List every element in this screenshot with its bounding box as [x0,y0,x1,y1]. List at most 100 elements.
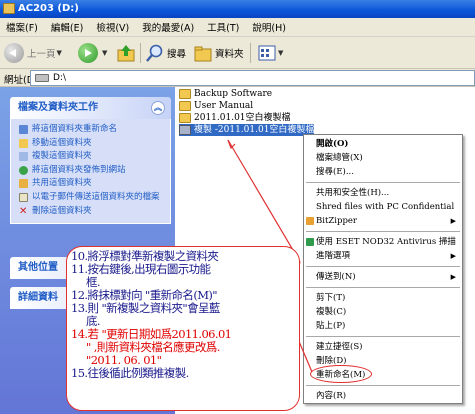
menu-view[interactable]: 檢視(V) [96,20,129,34]
annotation-note: 10.將浮標對準新複製之資料夾 11.按右鍵後,出現右圖示功能 框. 12.將抹… [66,246,300,411]
menu-item-label: 進階選項 [316,251,351,261]
views-button[interactable]: ▼ [257,42,283,64]
menu-item-label: 共用和安全性(H)... [316,188,390,198]
chevron-down-icon: ▼ [102,49,108,57]
submenu-arrow-icon: ▶ [450,252,456,260]
menu-item-cut[interactable]: 剪下(T) [304,291,462,305]
forward-button[interactable]: ▼ [78,42,107,64]
task-label: 刪除這個資料夾 [32,205,92,216]
menu-item-copy[interactable]: 複製(C) [304,305,462,319]
title-bar: AC203 (D:) [0,0,475,18]
task-copy-folder[interactable]: 複製這個資料夾 [19,151,170,162]
file-folder-tasks-panel: 檔案及資料夾工作 ︽ 將這個資料夾重新命名 移動這個資料夾 複製這個資料夾 將這… [10,97,171,225]
tasks-list: 將這個資料夾重新命名 移動這個資料夾 複製這個資料夾 將這個資料夾發佈到網站 共… [10,119,171,225]
menu-item-create-shortcut[interactable]: 建立捷徑(S) [304,340,462,354]
menu-item-label: Shred files with PC Confidential [316,202,455,212]
menu-favorites[interactable]: 我的最愛(A) [142,20,194,34]
note-line: 11.按右鍵後,出現右圖示功能 [71,262,211,276]
task-label: 移動這個資料夾 [32,137,92,148]
folder-name: 複製 -2011.01.01空白複製檔 [194,125,315,135]
menu-item-label: 內容(R) [316,391,347,401]
folder-item-selected[interactable]: 複製 -2011.01.01空白複製檔 [179,124,315,136]
rename-icon [19,125,28,134]
menu-item-label: 複製(C) [316,307,347,317]
back-arrow-icon [4,43,24,63]
folder-name: User Manual [194,101,254,111]
search-icon [146,44,163,62]
menu-separator [306,287,460,288]
eset-icon [306,238,314,246]
address-bar: 網址(D) D:\ [0,69,475,87]
task-delete-folder[interactable]: ✕ 刪除這個資料夾 [19,206,170,217]
menu-item-label: 貼上(P) [316,321,346,331]
task-label: 以電子郵件傳送這個資料夾的檔案 [32,191,160,202]
task-share-folder[interactable]: 共用這個資料夾 [19,178,170,189]
address-input[interactable]: D:\ [30,70,475,86]
menu-item-label: 剪下(T) [316,293,346,303]
task-move-folder[interactable]: 移動這個資料夾 [19,138,170,149]
folders-label: 資料夾 [215,49,244,60]
folder-icon [179,125,191,135]
menu-item-label: 檔案總管(X) [316,153,363,163]
up-folder-icon [117,45,135,62]
menu-item-label: 使用 ESET NOD32 Antivirus 掃描 [316,237,456,247]
folder-item[interactable]: 2011.01.01空白複製檔 [179,112,291,124]
menu-file[interactable]: 檔案(F) [6,20,38,34]
menu-item-label: 傳送到(N) [316,272,356,282]
menu-item-label: 建立捷徑(S) [316,342,363,352]
task-rename-folder[interactable]: 將這個資料夾重新命名 [19,124,170,135]
details-title: 詳細資料 [18,292,58,303]
menu-item-search[interactable]: 搜尋(E)... [304,165,462,179]
menu-tools[interactable]: 工具(T) [207,20,239,34]
submenu-arrow-icon: ▶ [450,217,456,225]
file-folder-tasks-header[interactable]: 檔案及資料夾工作 ︽ [10,97,171,119]
task-label: 將這個資料夾發佈到網站 [32,164,126,175]
menu-bar: 檔案(F) 編輯(E) 檢視(V) 我的最愛(A) 工具(T) 說明(H) [0,18,475,37]
menu-item-send-to[interactable]: 傳送到(N) ▶ [304,270,462,284]
views-icon [258,45,276,61]
menu-item-label: 開啟(O) [316,139,349,149]
menu-separator [306,385,460,386]
task-publish-folder[interactable]: 將這個資料夾發佈到網站 [19,165,170,176]
toolbar: 上一頁 ▼ ▼ 搜尋 資料夾 ▼ [0,37,475,69]
globe-icon [19,165,28,175]
folder-item[interactable]: User Manual [179,100,253,112]
chevron-down-icon: ▼ [278,49,284,57]
menu-item-properties[interactable]: 內容(R) [304,389,462,403]
share-icon [19,179,28,189]
file-folder-tasks-title: 檔案及資料夾工作 [18,102,98,113]
menu-help[interactable]: 說明(H) [252,20,286,34]
task-label: 共用這個資料夾 [32,178,92,189]
drive-icon [3,3,15,14]
back-label: 上一頁 [27,49,56,60]
move-icon [19,138,28,148]
menu-separator [306,336,460,337]
menu-item-sharing[interactable]: 共用和安全性(H)... [304,186,462,200]
menu-edit[interactable]: 編輯(E) [51,20,83,34]
chevron-down-icon: ▼ [56,49,62,57]
menu-item-advanced[interactable]: 進階選項 ▶ [304,249,462,263]
menu-separator [306,182,460,183]
email-icon [19,192,28,202]
up-folder-button[interactable] [116,42,136,64]
back-button[interactable]: 上一頁 ▼ [4,42,62,64]
folders-button[interactable]: 資料夾 [193,42,244,64]
menu-separator [306,231,460,232]
collapse-icon[interactable]: ︽ [151,101,165,115]
folder-icon [179,101,191,111]
menu-item-open[interactable]: 開啟(O) [304,137,462,151]
folder-icon [179,89,191,99]
menu-item-bitzipper[interactable]: BitZipper ▶ [304,214,462,228]
rename-highlight-circle [310,365,372,383]
menu-item-shred[interactable]: Shred files with PC Confidential [304,200,462,214]
folder-item[interactable]: Backup Software [179,88,272,100]
submenu-arrow-icon: ▶ [450,273,456,281]
menu-item-label: BitZipper [316,216,357,226]
menu-item-eset-scan[interactable]: 使用 ESET NOD32 Antivirus 掃描 [304,235,462,249]
task-email-folder[interactable]: 以電子郵件傳送這個資料夾的檔案 [19,192,170,203]
copy-icon [19,152,28,162]
note-line: 15.往後循此例類推複製. [71,366,189,380]
menu-item-explore[interactable]: 檔案總管(X) [304,151,462,165]
menu-item-paste[interactable]: 貼上(P) [304,319,462,333]
search-button[interactable]: 搜尋 [145,42,186,64]
